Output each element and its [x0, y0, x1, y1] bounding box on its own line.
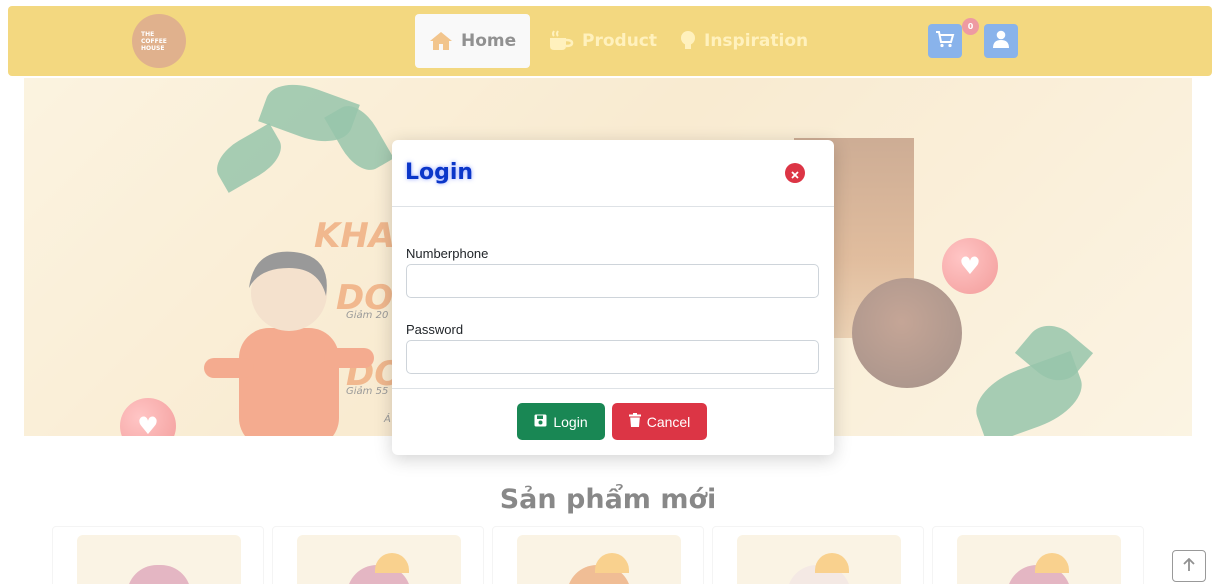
- numberphone-label: Numberphone: [406, 246, 489, 261]
- password-label: Password: [406, 322, 464, 337]
- trash-icon: [628, 413, 641, 430]
- login-button[interactable]: Login: [517, 403, 605, 440]
- modal-header: Login: [392, 140, 834, 207]
- close-icon: [791, 164, 799, 183]
- modal-body: Numberphone Password: [392, 207, 834, 389]
- close-button[interactable]: [785, 163, 805, 183]
- login-modal: Login Numberphone Password Login Cancel: [392, 140, 834, 455]
- login-button-label: Login: [553, 413, 588, 430]
- password-input[interactable]: [406, 340, 819, 374]
- cancel-button[interactable]: Cancel: [612, 403, 707, 440]
- cancel-button-label: Cancel: [646, 413, 691, 430]
- numberphone-input[interactable]: [406, 264, 819, 298]
- save-icon: [534, 414, 547, 430]
- modal-title: Login: [405, 160, 474, 185]
- modal-footer: Login Cancel: [392, 389, 834, 454]
